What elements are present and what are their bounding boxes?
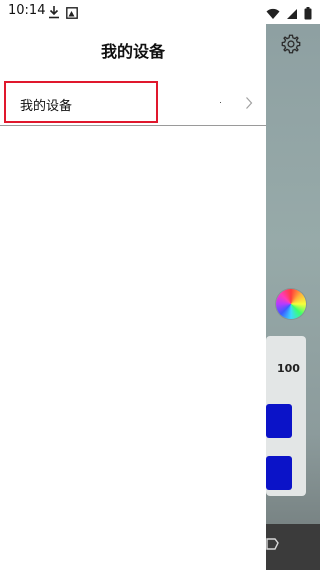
navigation-drawer: 我的设备 我的设备 [0,24,266,570]
battery-icon [304,5,312,24]
drawer-title: 我的设备 [100,42,165,61]
background-button-2[interactable] [266,456,292,490]
signal-icon [286,5,298,24]
color-wheel[interactable] [276,289,306,319]
wifi-icon [266,5,280,24]
brightness-value: 100 [277,362,300,375]
image-notification-icon [66,4,78,23]
status-right-icons [266,5,312,24]
chevron-right-icon [245,95,253,114]
background-button-1[interactable] [266,404,292,438]
status-left-icons [48,4,78,23]
download-icon [48,4,60,23]
highlight-box [4,81,158,123]
bottom-nav-icon[interactable] [266,536,280,556]
status-bar: 10:14 [0,0,320,24]
status-time: 10:14 [8,3,46,18]
settings-gear-icon[interactable] [280,33,302,59]
